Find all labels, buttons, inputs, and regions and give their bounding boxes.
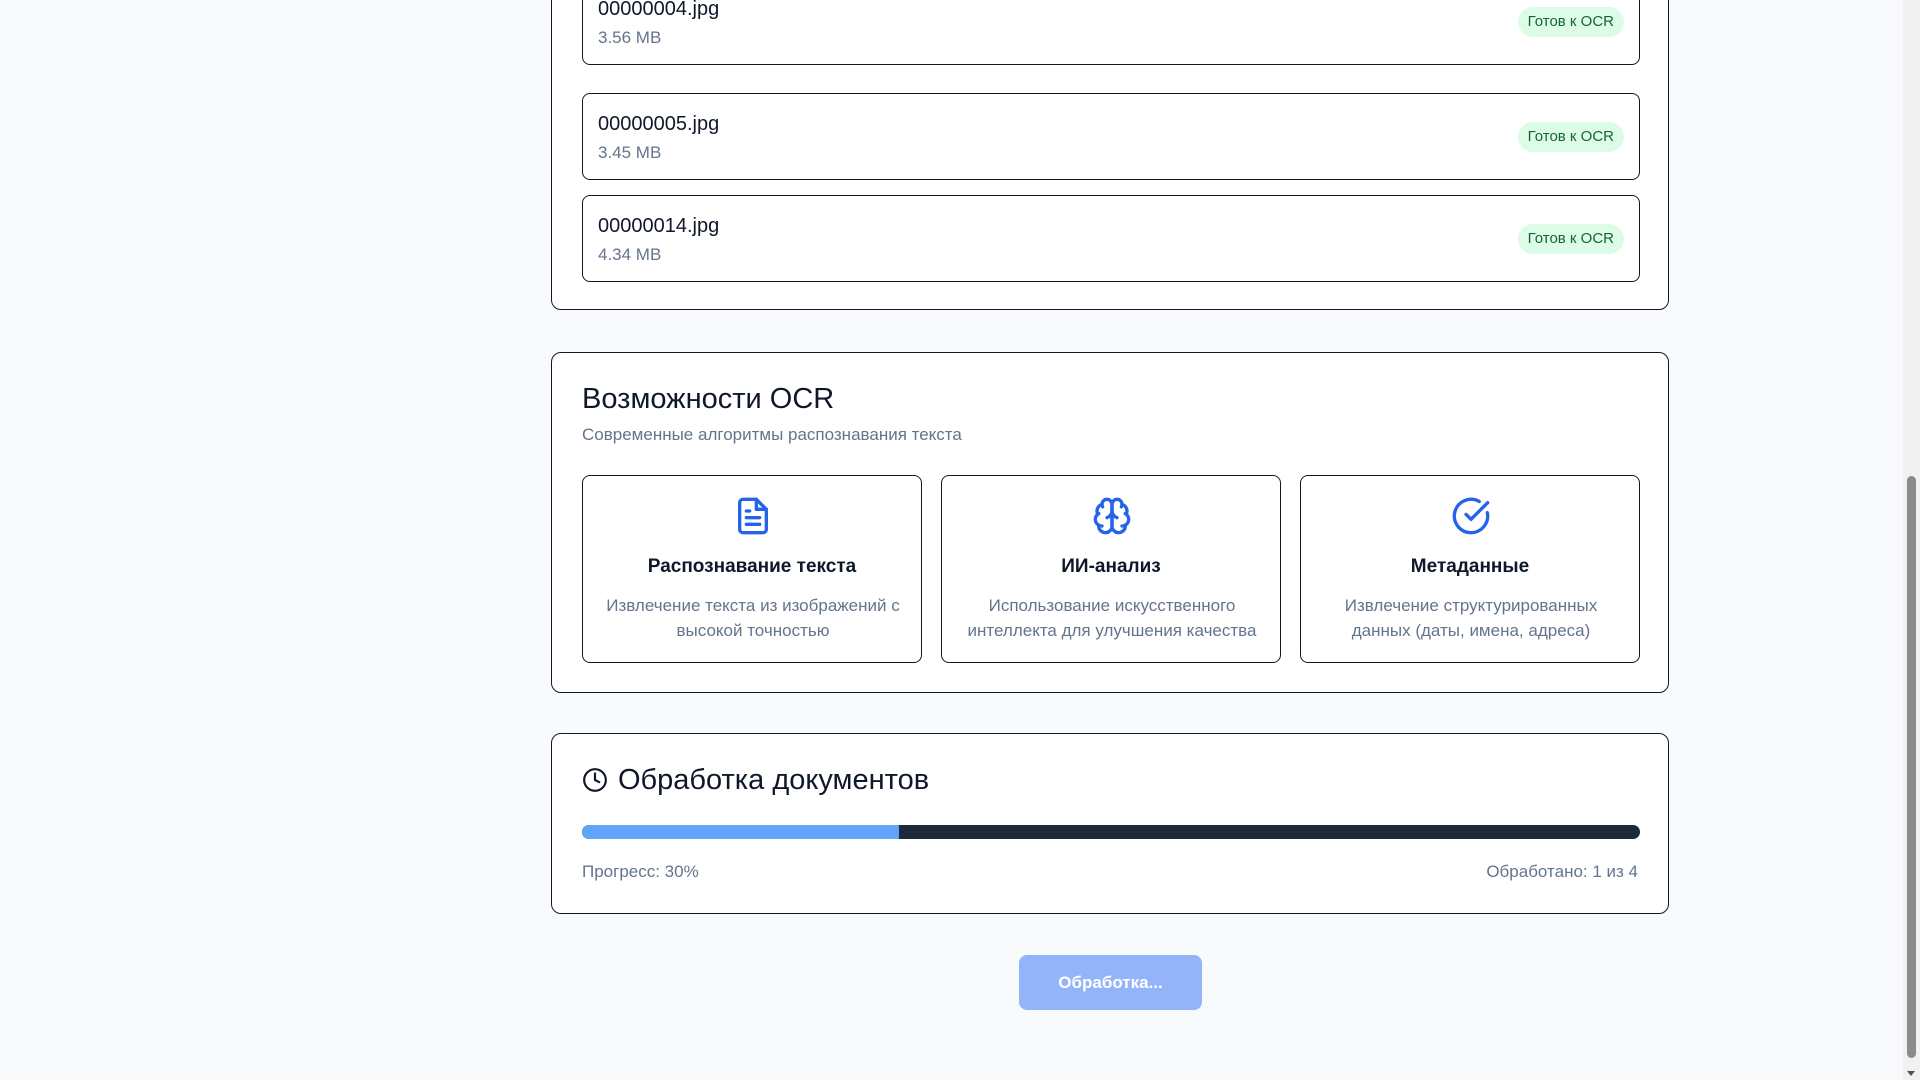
- status-badge: Готов к OCR: [1517, 122, 1624, 152]
- vertical-scrollbar[interactable]: [1903, 0, 1920, 1080]
- progress-bar-fill: [582, 825, 900, 839]
- feature-title: Метаданные: [1410, 556, 1530, 577]
- file-item[interactable]: 00000014.jpg 4.34 MB Готов к OCR: [582, 195, 1640, 282]
- clock-icon: [583, 768, 607, 792]
- status-badge: Готов к OCR: [1517, 7, 1624, 37]
- feature-title: ИИ-анализ: [1061, 556, 1161, 577]
- feature-ai-analysis: ИИ-анализ Использование искусственного и…: [941, 475, 1281, 663]
- feature-text-recognition: Распознавание текста Извлечение текста и…: [582, 475, 922, 663]
- feature-description: Извлечение структурированных данных (дат…: [1344, 596, 1598, 640]
- process-button[interactable]: Обработка...: [1019, 955, 1202, 1010]
- file-name: 00000014.jpg: [598, 215, 720, 237]
- feature-description: Извлечение текста из изображений с высок…: [606, 596, 900, 640]
- file-size: 4.34 MB: [598, 245, 662, 264]
- scrollbar-thumb[interactable]: [1907, 476, 1916, 1058]
- processing-title: Обработка документов: [618, 764, 930, 796]
- brain-icon: [1093, 497, 1131, 535]
- processed-count: Обработано: 1 из 4: [1486, 862, 1638, 881]
- progress-label: Прогресс: 30%: [582, 862, 699, 881]
- features-subtitle: Современные алгоритмы распознавания текс…: [582, 425, 962, 444]
- features-title: Возможности OCR: [582, 383, 835, 415]
- ocr-features-card: Возможности OCR Современные алгоритмы ра…: [551, 352, 1669, 693]
- file-text-icon: [738, 497, 768, 535]
- file-size: 3.56 MB: [598, 28, 662, 47]
- feature-title: Распознавание текста: [647, 556, 857, 577]
- feature-metadata: Метаданные Извлечение структурированных …: [1300, 475, 1640, 663]
- page: 00000004.jpg 3.56 MB Готов к OCR 0000000…: [0, 0, 1920, 1080]
- processing-card: Обработка документов Прогресс: 30% Обраб…: [551, 733, 1669, 914]
- file-size: 3.45 MB: [598, 143, 662, 162]
- file-item[interactable]: 00000004.jpg 3.56 MB Готов к OCR: [582, 0, 1640, 65]
- file-name: 00000005.jpg: [598, 113, 720, 135]
- uploaded-files-card: 00000004.jpg 3.56 MB Готов к OCR 0000000…: [551, 0, 1669, 310]
- file-item[interactable]: 00000005.jpg 3.45 MB Готов к OCR: [582, 93, 1640, 180]
- check-circle-icon: [1452, 497, 1490, 535]
- status-badge: Готов к OCR: [1517, 224, 1624, 254]
- file-name: 00000004.jpg: [598, 0, 720, 20]
- feature-description: Использование искусственного интеллекта …: [967, 596, 1257, 640]
- progress-bar: [582, 825, 1640, 839]
- scroll-down-arrow-icon[interactable]: [1907, 1071, 1915, 1076]
